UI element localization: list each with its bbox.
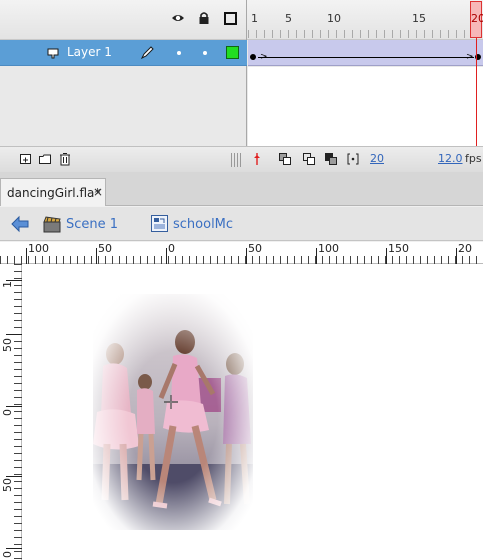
frame-number: 1 <box>251 12 258 25</box>
ruler-major-tick <box>96 248 97 264</box>
ruler-label: 1 <box>1 281 14 288</box>
onion-skin-outline-icon[interactable] <box>302 152 316 166</box>
lock-dot[interactable] <box>203 51 207 55</box>
frame-ruler-ticks <box>248 30 483 38</box>
new-layer-icon[interactable] <box>19 152 33 166</box>
ruler-label: 0 <box>168 242 175 255</box>
breadcrumb-symbol[interactable]: schoolMc <box>173 217 233 232</box>
ruler-label: 50 <box>98 242 112 255</box>
ruler-label: 100 <box>318 242 339 255</box>
registration-point-icon[interactable] <box>164 395 178 409</box>
keyframe-start[interactable] <box>250 54 256 60</box>
ruler-label: 50 <box>1 478 14 492</box>
new-folder-icon[interactable] <box>38 152 52 166</box>
vertical-ruler-ticks <box>14 264 22 560</box>
ruler-major-tick <box>6 548 22 549</box>
frame-number: 5 <box>285 12 292 25</box>
close-icon[interactable]: × <box>93 185 103 199</box>
layer-icon <box>47 48 59 59</box>
ruler-major-tick <box>6 476 22 477</box>
ruler-major-tick <box>166 248 167 264</box>
document-tab[interactable]: dancingGirl.fla* × <box>0 178 106 206</box>
dancers-photo[interactable] <box>93 294 253 530</box>
motion-tween-line <box>258 57 474 58</box>
visibility-dot[interactable] <box>177 51 181 55</box>
edit-multiple-frames-icon[interactable] <box>324 152 338 166</box>
center-frame-icon[interactable] <box>253 152 261 166</box>
breadcrumb-scene[interactable]: Scene 1 <box>66 217 118 232</box>
resize-grip[interactable] <box>231 153 243 167</box>
horizontal-ruler-ticks <box>0 256 483 264</box>
onion-skin-icon[interactable] <box>278 152 292 166</box>
current-frame-field[interactable]: 20 <box>370 152 384 165</box>
document-tab-label[interactable]: dancingGirl.fla* <box>7 186 100 200</box>
ruler-label: 20 <box>458 242 472 255</box>
ruler-major-tick <box>246 248 247 264</box>
ruler-label: 50 <box>248 242 262 255</box>
frame-rate-unit: fps <box>465 152 482 165</box>
document-tab-bar: dancingGirl.fla* × <box>0 172 483 206</box>
playhead-frame-number: 20 <box>471 12 483 25</box>
outline-icon[interactable] <box>224 12 237 25</box>
modify-onion-markers-icon[interactable] <box>346 152 360 166</box>
tween-arrow-end-icon: > <box>466 52 474 62</box>
movieclip-icon <box>151 215 168 232</box>
ruler-major-tick <box>456 248 457 264</box>
layer-name[interactable]: Layer 1 <box>67 45 112 59</box>
ruler-major-tick <box>386 248 387 264</box>
tween-arrow-start-icon: > <box>260 52 268 62</box>
back-arrow-icon[interactable] <box>10 215 30 233</box>
ruler-major-tick <box>316 248 317 264</box>
layer-row[interactable]: Layer 1 <box>0 40 247 66</box>
lock-icon[interactable] <box>197 11 211 25</box>
scene-icon <box>43 216 61 233</box>
eye-icon[interactable] <box>171 11 185 25</box>
ruler-major-tick <box>6 334 22 335</box>
frame-number: 15 <box>412 12 426 25</box>
ruler-major-tick <box>26 248 27 264</box>
ruler-label: 0 <box>1 551 14 558</box>
timeline-panel: 1 5 10 15 20 Layer 1 > > 20 12.0 fps <box>0 0 483 172</box>
ruler-label: 100 <box>28 242 49 255</box>
delete-icon[interactable] <box>58 152 72 166</box>
frame-rate-field[interactable]: 12.0 <box>438 152 463 165</box>
empty-frames-area[interactable] <box>248 67 483 146</box>
frame-number: 10 <box>327 12 341 25</box>
tween-span[interactable] <box>248 40 483 66</box>
pencil-icon <box>140 46 154 60</box>
ruler-label: 150 <box>388 242 409 255</box>
vertical-ruler[interactable]: 1 50 0 50 0 <box>0 264 22 560</box>
edit-bar: Scene 1 schoolMc <box>0 207 483 241</box>
ruler-label: 50 <box>1 338 14 352</box>
ruler-major-tick <box>6 406 22 407</box>
horizontal-ruler[interactable]: 100 50 0 50 100 150 20 <box>0 242 483 264</box>
ruler-label: 0 <box>1 409 14 416</box>
layer-outline-color[interactable] <box>226 46 239 59</box>
timeline-footer: 20 12.0 fps <box>0 146 483 172</box>
